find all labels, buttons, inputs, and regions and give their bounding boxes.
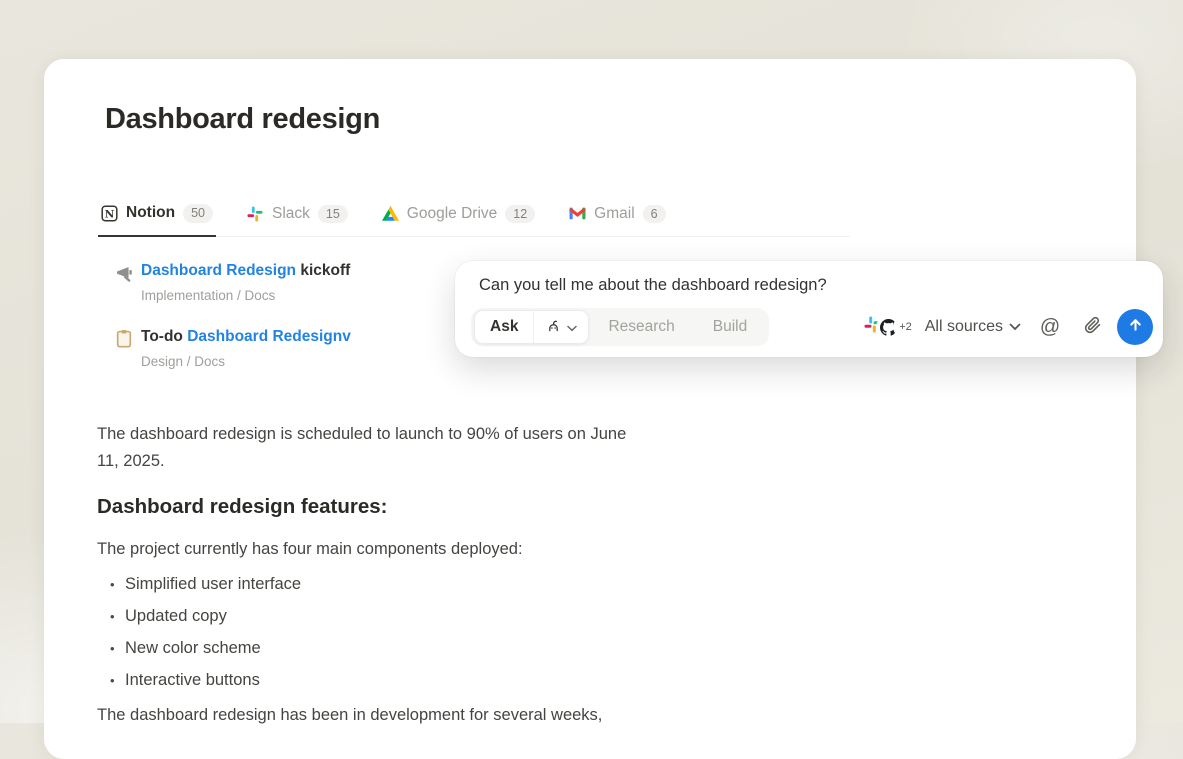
list-item: •Updated copy bbox=[97, 600, 637, 632]
chevron-down-icon bbox=[567, 320, 577, 335]
research-mode-button[interactable]: Research bbox=[589, 318, 693, 336]
search-result: Dashboard Redesign kickoff Implementatio… bbox=[114, 261, 494, 303]
gmail-icon bbox=[569, 205, 586, 222]
clipboard-icon bbox=[114, 328, 134, 348]
document-body: The dashboard redesign is scheduled to l… bbox=[97, 421, 637, 729]
source-tabs: N Notion 50 Slack 15 Google Drive 12 Gma… bbox=[98, 198, 850, 237]
list-item: •New color scheme bbox=[97, 632, 637, 664]
notion-icon: N bbox=[101, 205, 118, 222]
model-selector-button[interactable] bbox=[533, 311, 588, 343]
attach-button[interactable] bbox=[1077, 312, 1107, 342]
tab-count-badge: 6 bbox=[643, 205, 666, 224]
chat-toolbar: Ask Research Build +2 bbox=[471, 308, 1153, 346]
doc-paragraph: The dashboard redesign is scheduled to l… bbox=[97, 421, 637, 475]
content-card: Dashboard redesign N Notion 50 Slack 15 … bbox=[44, 59, 1136, 759]
paperclip-icon bbox=[1083, 316, 1102, 338]
result-title: Dashboard Redesign kickoff bbox=[141, 261, 350, 281]
search-results: Dashboard Redesign kickoff Implementatio… bbox=[114, 261, 494, 393]
result-title-suffix: kickoff bbox=[296, 262, 350, 279]
svg-text:N: N bbox=[105, 208, 115, 220]
result-body: To-do Dashboard Redesignv Design / Docs bbox=[141, 327, 351, 369]
bullet-dot: • bbox=[110, 673, 125, 688]
slack-icon bbox=[247, 205, 264, 222]
tab-label: Google Drive bbox=[407, 205, 497, 223]
tab-google-drive[interactable]: Google Drive 12 bbox=[379, 198, 538, 236]
tab-slack[interactable]: Slack 15 bbox=[244, 198, 351, 236]
bullet-dot: • bbox=[110, 577, 125, 592]
at-icon: @ bbox=[1040, 316, 1060, 339]
result-title-prefix: To-do bbox=[141, 328, 187, 345]
list-item-text: New color scheme bbox=[125, 639, 261, 658]
list-item-text: Interactive buttons bbox=[125, 671, 260, 690]
feature-list: •Simplified user interface •Updated copy… bbox=[97, 568, 637, 696]
tab-label: Slack bbox=[272, 205, 310, 223]
list-item-text: Updated copy bbox=[125, 607, 227, 626]
page-title: Dashboard redesign bbox=[105, 103, 380, 136]
arrow-up-icon bbox=[1127, 316, 1144, 338]
result-link[interactable]: Dashboard Redesign bbox=[141, 262, 296, 279]
result-body: Dashboard Redesign kickoff Implementatio… bbox=[141, 261, 350, 303]
ask-pill-group: Ask bbox=[474, 310, 589, 344]
mention-button[interactable]: @ bbox=[1035, 312, 1065, 342]
result-link[interactable]: Dashboard Redesignv bbox=[187, 328, 351, 345]
bullet-dot: • bbox=[110, 641, 125, 656]
mode-switcher: Ask Research Build bbox=[471, 308, 769, 346]
ai-face-icon bbox=[545, 318, 561, 337]
result-title: To-do Dashboard Redesignv bbox=[141, 327, 351, 347]
chevron-down-icon bbox=[1009, 318, 1021, 336]
google-drive-icon bbox=[382, 205, 399, 222]
result-breadcrumb: Design / Docs bbox=[141, 354, 351, 369]
doc-paragraph: The dashboard redesign has been in devel… bbox=[97, 702, 637, 729]
send-button[interactable] bbox=[1117, 309, 1153, 345]
tab-gmail[interactable]: Gmail 6 bbox=[566, 198, 668, 236]
doc-paragraph: The project currently has four main comp… bbox=[97, 536, 637, 563]
ask-mode-button[interactable]: Ask bbox=[475, 311, 533, 343]
tab-label: Gmail bbox=[594, 205, 634, 223]
tab-count-badge: 15 bbox=[318, 205, 348, 224]
search-result: To-do Dashboard Redesignv Design / Docs bbox=[114, 327, 494, 369]
list-item: •Interactive buttons bbox=[97, 664, 637, 696]
tab-label: Notion bbox=[126, 204, 175, 222]
bullet-dot: • bbox=[110, 609, 125, 624]
result-breadcrumb: Implementation / Docs bbox=[141, 288, 350, 303]
list-item-text: Simplified user interface bbox=[125, 575, 301, 594]
extra-sources-badge: +2 bbox=[895, 319, 916, 335]
ai-chat-box: Can you tell me about the dashboard rede… bbox=[455, 261, 1163, 357]
tab-count-badge: 50 bbox=[183, 204, 213, 223]
list-item: •Simplified user interface bbox=[97, 568, 637, 600]
sources-label: All sources bbox=[925, 318, 1003, 336]
tab-notion[interactable]: N Notion 50 bbox=[98, 198, 216, 237]
build-mode-button[interactable]: Build bbox=[694, 318, 766, 336]
chat-question-input[interactable]: Can you tell me about the dashboard rede… bbox=[479, 276, 1139, 295]
tab-count-badge: 12 bbox=[505, 205, 535, 224]
megaphone-icon bbox=[114, 262, 134, 282]
sources-selector[interactable]: +2 All sources bbox=[864, 316, 1021, 338]
doc-heading: Dashboard redesign features: bbox=[97, 494, 637, 520]
